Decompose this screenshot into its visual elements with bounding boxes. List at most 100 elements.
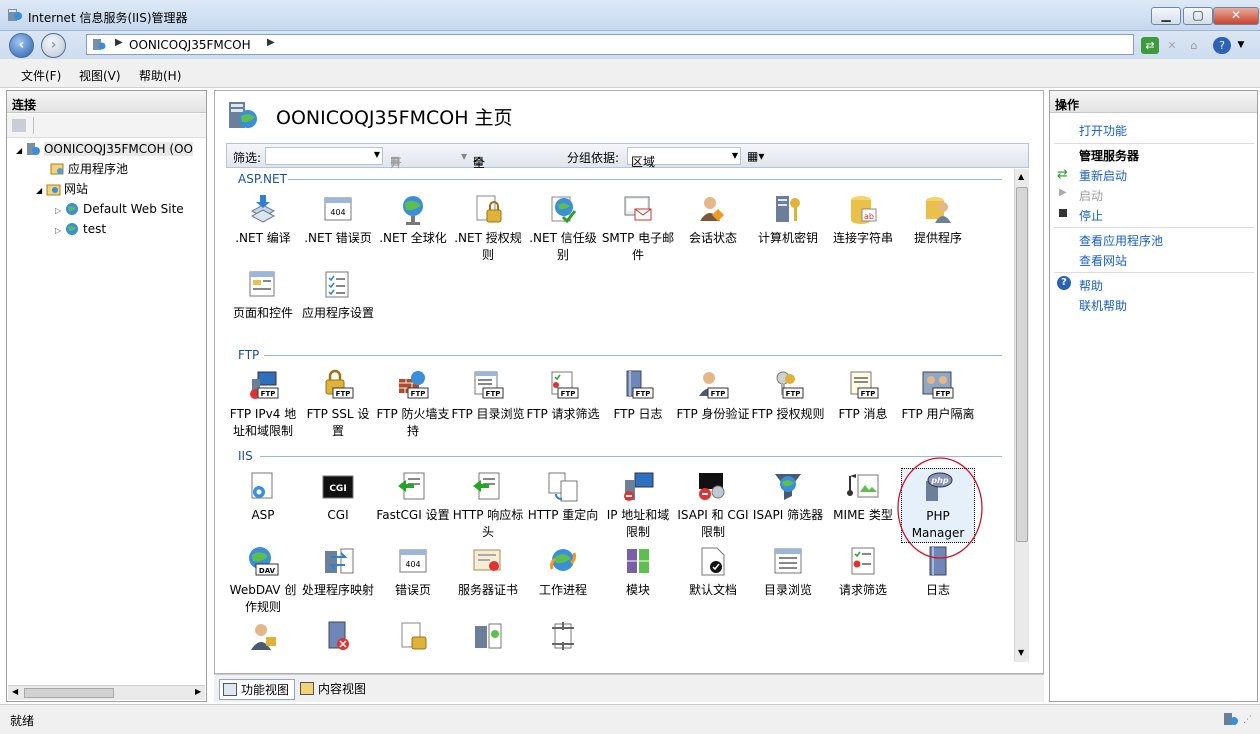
menu-file[interactable]: 文件(F) bbox=[21, 67, 61, 84]
feature-default-document[interactable]: 默认文档 bbox=[676, 543, 750, 599]
home-icon[interactable]: ⌂ bbox=[1185, 37, 1203, 54]
feature-isapi-cgi-restrictions[interactable]: ISAPI 和 CGI 限制 bbox=[676, 468, 750, 541]
resize-grip-icon[interactable]: ⋰ bbox=[1243, 715, 1252, 725]
feature-providers[interactable]: 提供程序 bbox=[901, 191, 975, 247]
group-by-select[interactable]: 区域 ▼ bbox=[627, 147, 741, 169]
feature-isapi-filters[interactable]: ISAPI 筛选器 bbox=[751, 468, 825, 524]
feature-ftp-messages[interactable]: FTP FTP 消息 bbox=[826, 367, 900, 423]
feature-error-pages[interactable]: 404 错误页 bbox=[376, 543, 450, 599]
feature-net-trust-levels[interactable]: .NET 信任级别 bbox=[526, 191, 600, 264]
feature-ftp-ip-restrictions[interactable]: FTP FTP IPv4 地址和域限制 bbox=[226, 367, 300, 440]
feature-webdav[interactable]: DAV WebDAV 创作规则 bbox=[226, 543, 300, 616]
feature-logging[interactable]: 日志 bbox=[901, 543, 975, 599]
feature-failed-requests-partial[interactable] bbox=[301, 618, 375, 657]
scroll-thumb[interactable] bbox=[24, 688, 114, 698]
feature-ftp-authorization[interactable]: FTP FTP 授权规则 bbox=[751, 367, 825, 423]
feature-asp[interactable]: ASP bbox=[226, 468, 300, 524]
feature-ftp-authentication[interactable]: FTP FTP 身份验证 bbox=[676, 367, 750, 423]
feature-pages-controls[interactable]: 页面和控件 bbox=[226, 266, 300, 322]
help-dropdown-icon[interactable]: ▼ bbox=[1232, 37, 1250, 54]
feature-authorization-partial[interactable] bbox=[376, 618, 450, 657]
feature-handler-mappings[interactable]: 处理程序映射 bbox=[301, 543, 375, 599]
scroll-up-icon[interactable]: ▲ bbox=[1018, 172, 1024, 181]
action-stop[interactable]: 停止 bbox=[1079, 207, 1103, 224]
tree-item-app-pools[interactable]: 应用程序池 bbox=[50, 160, 128, 178]
scroll-down-icon[interactable]: ▼ bbox=[1018, 648, 1024, 657]
tree-item-default-web-site[interactable]: ▷ Default Web Site bbox=[55, 200, 184, 218]
feature-app-settings[interactable]: 应用程序设置 bbox=[301, 266, 375, 322]
horizontal-scrollbar[interactable]: ◀ ▶ bbox=[8, 685, 205, 700]
feature-session-state[interactable]: 会话状态 bbox=[676, 191, 750, 247]
maximize-button[interactable]: ▢ bbox=[1183, 7, 1213, 25]
group-header-aspnet[interactable]: ASP.NET bbox=[238, 172, 287, 186]
feature-ftp-user-isolation[interactable]: FTP FTP 用户隔离 bbox=[901, 367, 975, 423]
scroll-left-icon[interactable]: ◀ bbox=[12, 687, 18, 696]
tree-item-server[interactable]: ◢ OONICOQJ35FMCOH (OO bbox=[16, 140, 193, 158]
feature-output-cache-partial[interactable] bbox=[451, 618, 525, 657]
feature-modules[interactable]: 模块 bbox=[601, 543, 675, 599]
menu-help[interactable]: 帮助(H) bbox=[139, 67, 181, 84]
feature-ftp-ssl[interactable]: FTP FTP SSL 设置 bbox=[301, 367, 375, 440]
feature-net-compilation[interactable]: .NET 编译 bbox=[226, 191, 300, 247]
filter-dropdown-icon[interactable]: ▼ bbox=[374, 150, 380, 159]
action-open-feature[interactable]: 打开功能 bbox=[1079, 122, 1127, 139]
feature-machine-key[interactable]: 计算机密钥 bbox=[751, 191, 825, 247]
action-online-help[interactable]: 联机帮助 bbox=[1079, 297, 1127, 314]
feature-ftp-logging[interactable]: FTP FTP 日志 bbox=[601, 367, 675, 423]
feature-worker-processes[interactable]: 工作进程 bbox=[526, 543, 600, 599]
feature-net-error-pages[interactable]: 404 .NET 错误页 bbox=[301, 191, 375, 247]
scroll-thumb[interactable] bbox=[1016, 187, 1028, 542]
feature-ip-restrictions[interactable]: IP 地址和域限制 bbox=[601, 468, 675, 541]
feature-compression-partial[interactable] bbox=[526, 618, 600, 657]
collapse-icon[interactable]: ◢ bbox=[16, 146, 22, 155]
feature-cgi[interactable]: CGI CGI bbox=[301, 468, 375, 524]
feature-directory-browsing[interactable]: 目录浏览 bbox=[751, 543, 825, 599]
group-header-iis[interactable]: IIS bbox=[238, 449, 253, 463]
help-icon[interactable]: ? bbox=[1213, 37, 1231, 54]
close-button[interactable]: ✕ bbox=[1213, 7, 1259, 25]
group-dropdown-icon[interactable]: ▼ bbox=[732, 151, 738, 160]
filter-input[interactable]: ▼ bbox=[265, 147, 383, 165]
feature-request-filtering[interactable]: 请求筛选 bbox=[826, 543, 900, 599]
feature-net-authorization[interactable]: .NET 授权规则 bbox=[451, 191, 525, 264]
view-mode-icon[interactable]: ▦▾ bbox=[747, 149, 764, 163]
action-help[interactable]: 帮助 bbox=[1079, 277, 1103, 294]
forward-button[interactable]: › bbox=[41, 33, 66, 58]
stop-icon[interactable]: ✕ bbox=[1163, 37, 1181, 54]
start-dropdown-icon[interactable]: ▼ bbox=[461, 152, 467, 161]
feature-php-manager[interactable]: php PHP Manager bbox=[901, 468, 975, 543]
tab-features-view[interactable]: 功能视图 bbox=[219, 679, 295, 700]
expand-icon[interactable]: ▷ bbox=[55, 226, 61, 235]
feature-fastcgi[interactable]: FastCGI 设置 bbox=[376, 468, 450, 524]
breadcrumb-server[interactable]: OONICOQJ35FMCOH bbox=[129, 38, 251, 52]
action-view-app-pools[interactable]: 查看应用程序池 bbox=[1079, 232, 1163, 249]
address-box[interactable]: ▶ OONICOQJ35FMCOH ▶ bbox=[86, 34, 1134, 55]
tree-item-test[interactable]: ▷ test bbox=[55, 220, 106, 238]
feature-ftp-directory-browsing[interactable]: FTP FTP 目录浏览 bbox=[451, 367, 525, 423]
connect-icon[interactable] bbox=[12, 119, 26, 132]
expand-icon[interactable]: ▷ bbox=[55, 206, 61, 215]
feature-connection-strings[interactable]: ab 连接字符串 bbox=[826, 191, 900, 247]
action-restart[interactable]: 重新启动 bbox=[1079, 167, 1127, 184]
feature-http-response-headers[interactable]: HTTP 响应标头 bbox=[451, 468, 525, 541]
scroll-right-icon[interactable]: ▶ bbox=[195, 687, 201, 696]
feature-net-globalization[interactable]: .NET 全球化 bbox=[376, 191, 450, 247]
feature-mime-types[interactable]: MIME 类型 bbox=[826, 468, 900, 524]
feature-auth-partial[interactable] bbox=[226, 618, 300, 657]
feature-server-certificates[interactable]: 服务器证书 bbox=[451, 543, 525, 599]
action-view-sites[interactable]: 查看网站 bbox=[1079, 252, 1127, 269]
feature-http-redirect[interactable]: HTTP 重定向 bbox=[526, 468, 600, 524]
tree-item-sites[interactable]: ◢ 网站 bbox=[36, 180, 88, 198]
feature-ftp-firewall[interactable]: FTP FTP 防火墙支持 bbox=[376, 367, 450, 440]
feature-smtp-email[interactable]: SMTP 电子邮件 bbox=[601, 191, 675, 264]
group-header-ftp[interactable]: FTP bbox=[238, 348, 259, 362]
refresh-icon[interactable]: ⇄ bbox=[1141, 37, 1159, 54]
breadcrumb-separator[interactable]: ▶ bbox=[267, 37, 275, 48]
tab-content-view[interactable]: 内容视图 bbox=[297, 679, 373, 700]
collapse-icon[interactable]: ◢ bbox=[36, 186, 42, 195]
feature-ftp-request-filtering[interactable]: FTP FTP 请求筛选 bbox=[526, 367, 600, 423]
action-start[interactable]: 启动 bbox=[1079, 187, 1103, 204]
vertical-scrollbar[interactable]: ▲ ▼ bbox=[1014, 169, 1029, 662]
menu-view[interactable]: 视图(V) bbox=[79, 67, 121, 84]
back-button[interactable]: ‹ bbox=[9, 33, 34, 58]
